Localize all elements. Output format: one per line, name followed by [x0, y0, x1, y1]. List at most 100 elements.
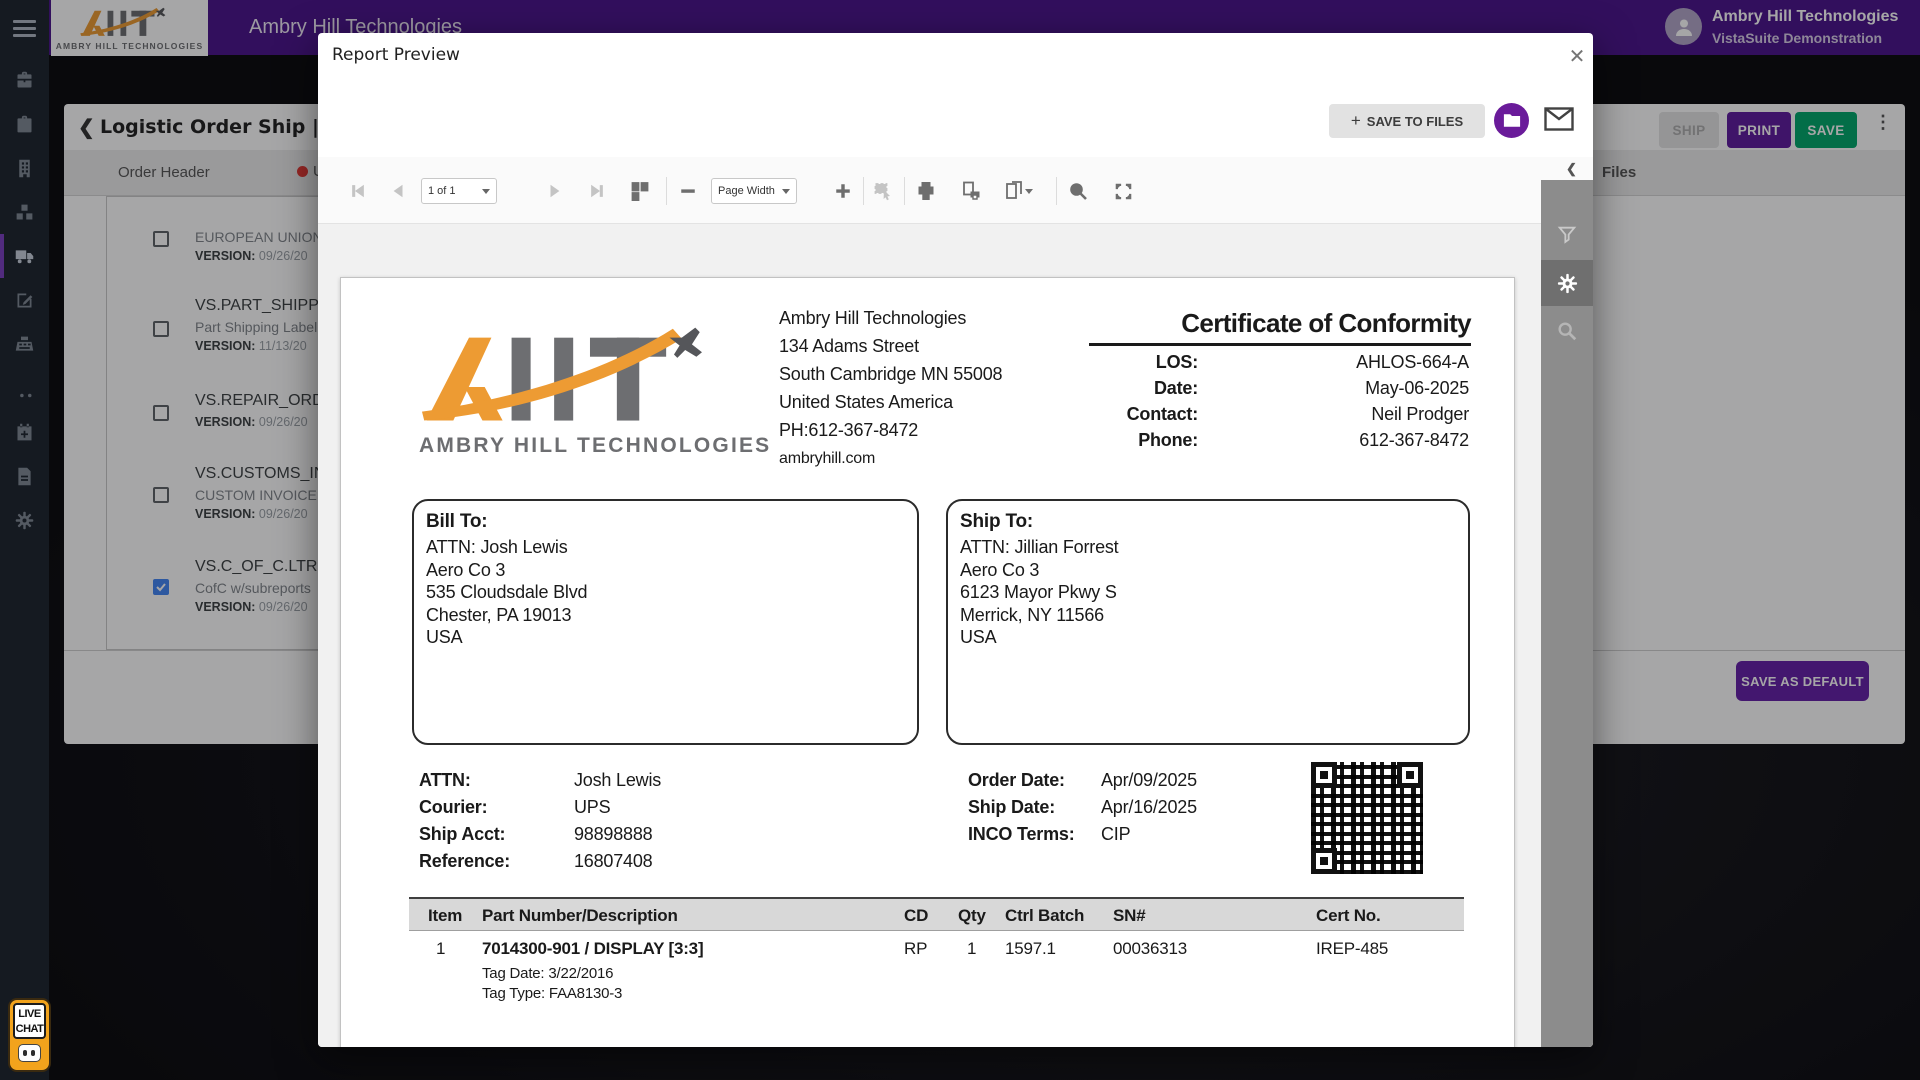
logo-caption: AMBRY HILL TECHNOLOGIES [419, 434, 771, 458]
viewer-toolbar: 1 of 1 Page Width [318, 157, 1593, 224]
table-header-row: Item Part Number/Description CD Qty Ctrl… [409, 899, 1464, 931]
bill-to-line: ATTN: Josh Lewis [426, 536, 905, 559]
row-item: 1 [436, 939, 445, 959]
detail-label: Order Date: [968, 770, 1065, 791]
detail-label: Reference: [419, 851, 510, 872]
print-icon[interactable] [914, 179, 938, 203]
row-part: 7014300-901 / DISPLAY [3:3] [482, 939, 703, 959]
aht-logo-large [413, 322, 758, 434]
detail-value: UPS [574, 797, 610, 818]
field-label: Date: [998, 378, 1198, 399]
mail-icon [1544, 107, 1574, 131]
qr-code [1311, 762, 1423, 874]
zoom-mode-select[interactable]: Page Width [711, 178, 797, 204]
row-ctrl-batch: 1597.1 [1005, 939, 1056, 959]
application-window: AMBRY HILL TECHNOLOGIES Ambry Hill Techn… [0, 0, 1920, 1080]
ship-to-line: USA [960, 626, 1456, 649]
print-page-icon[interactable] [959, 179, 983, 203]
page-select[interactable]: 1 of 1 [421, 178, 497, 204]
viewer-body: AMBRY HILL TECHNOLOGIES Ambry Hill Techn… [318, 224, 1593, 1047]
row-tag-type: Tag Type: FAA8130-3 [482, 985, 622, 1002]
live-chat-line1: LIVE [15, 1007, 44, 1022]
save-to-folder-button[interactable] [1494, 103, 1529, 138]
search-tab[interactable] [1541, 308, 1593, 354]
save-to-files-label: SAVE TO FILES [1367, 114, 1463, 129]
next-page-icon[interactable] [543, 179, 567, 203]
field-label: Contact: [998, 404, 1198, 425]
bill-to-line: USA [426, 626, 905, 649]
detail-label: Courier: [419, 797, 487, 818]
qr-finder [1311, 848, 1337, 874]
detail-value: Apr/09/2025 [1101, 770, 1197, 791]
detail-label: Ship Acct: [419, 824, 505, 845]
bill-to-box: Bill To: ATTN: Josh Lewis Aero Co 3 535 … [412, 499, 919, 745]
col-header: SN# [1113, 906, 1145, 926]
search-icon[interactable] [1066, 179, 1090, 203]
row-qty: 1 [967, 939, 976, 959]
filter-icon [1556, 224, 1578, 246]
field-value: AHLOS-664-A [1169, 352, 1469, 373]
detail-label: INCO Terms: [968, 824, 1075, 845]
ship-to-line: 6123 Mayor Pkwy S [960, 581, 1456, 604]
col-header: Part Number/Description [482, 906, 678, 926]
search-icon [1556, 320, 1578, 342]
company-street: 134 Adams Street [779, 336, 919, 357]
field-value: Neil Prodger [1169, 404, 1469, 425]
toolbar-divider [666, 177, 667, 205]
collapse-chevron-icon[interactable]: ❮ [1566, 161, 1582, 177]
parameters-filter-tab[interactable] [1541, 212, 1593, 258]
live-chat-label: LIVE CHAT [13, 1003, 46, 1039]
ship-to-line: Aero Co 3 [960, 559, 1456, 582]
bill-to-line: Chester, PA 19013 [426, 604, 905, 627]
multipage-view-icon[interactable] [628, 179, 652, 203]
last-page-icon[interactable] [585, 179, 609, 203]
save-to-files-button[interactable]: + SAVE TO FILES [1329, 104, 1485, 138]
company-name: Ambry Hill Technologies [779, 308, 966, 329]
zoom-mode-label: Page Width [718, 185, 775, 197]
export-icon[interactable] [1002, 179, 1036, 203]
toolbar-divider [1056, 177, 1057, 205]
qr-finder [1397, 762, 1423, 788]
field-label: Phone: [998, 430, 1198, 451]
live-chat-line2: CHAT [15, 1022, 44, 1037]
close-icon[interactable]: ✕ [1566, 45, 1588, 67]
export-options-tab[interactable] [1541, 260, 1593, 306]
fullscreen-icon[interactable] [1111, 179, 1135, 203]
row-sn: 00036313 [1113, 939, 1187, 959]
col-header: CD [904, 906, 928, 926]
prev-page-icon[interactable] [386, 179, 410, 203]
bill-to-line: Aero Co 3 [426, 559, 905, 582]
detail-label: Ship Date: [968, 797, 1055, 818]
certificate-title: Certificate of Conformity [1089, 308, 1471, 346]
field-label: LOS: [998, 352, 1198, 373]
report-preview-modal: Report Preview ✕ + SAVE TO FILES 1 of 1 … [318, 33, 1593, 1047]
chevron-down-icon [782, 189, 790, 194]
col-header: Cert No. [1316, 906, 1381, 926]
company-country: United States America [779, 392, 953, 413]
viewer-side-rail [1541, 180, 1593, 1047]
chevron-down-icon [482, 189, 490, 194]
modal-title: Report Preview [332, 45, 460, 65]
detail-label: ATTN: [419, 770, 471, 791]
qr-finder [1311, 762, 1337, 788]
plus-icon: + [1351, 111, 1361, 131]
ship-to-line: Merrick, NY 11566 [960, 604, 1456, 627]
selection-tool-icon[interactable] [871, 179, 895, 203]
toolbar-divider [904, 177, 905, 205]
first-page-icon[interactable] [346, 179, 370, 203]
col-header: Item [428, 906, 462, 926]
email-report-button[interactable] [1544, 107, 1574, 133]
field-value: 612-367-8472 [1169, 430, 1469, 451]
live-chat-widget[interactable]: LIVE CHAT [8, 998, 51, 1072]
field-value: May-06-2025 [1169, 378, 1469, 399]
row-cd: RP [904, 939, 927, 959]
detail-value: 16807408 [574, 851, 653, 872]
detail-value: CIP [1101, 824, 1130, 845]
zoom-out-icon[interactable] [676, 179, 700, 203]
bill-to-title: Bill To: [426, 511, 905, 533]
company-phone: PH:612-367-8472 [779, 420, 918, 441]
zoom-in-icon[interactable] [831, 179, 855, 203]
document-page: AMBRY HILL TECHNOLOGIES Ambry Hill Techn… [340, 277, 1515, 1047]
detail-value: 98898888 [574, 824, 653, 845]
company-website: ambryhill.com [779, 450, 875, 468]
